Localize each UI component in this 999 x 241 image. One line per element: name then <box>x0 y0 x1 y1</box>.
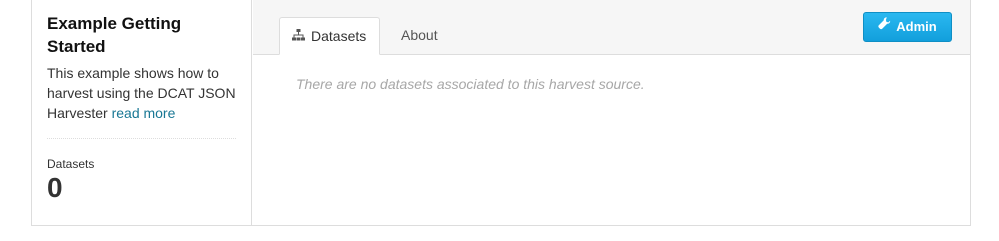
sidebar: Example Getting Started This example sho… <box>32 0 252 225</box>
main-content: Datasets About Admin There are no datase… <box>253 0 970 225</box>
admin-button[interactable]: Admin <box>863 12 952 42</box>
tab-datasets[interactable]: Datasets <box>279 17 380 55</box>
admin-button-label: Admin <box>896 19 937 34</box>
tab-bar: Datasets About Admin <box>253 0 970 55</box>
sitemap-icon <box>292 18 305 54</box>
datasets-stat-label: Datasets <box>47 157 95 171</box>
wrench-icon <box>878 12 891 40</box>
read-more-link[interactable]: read more <box>112 105 176 121</box>
tab-about[interactable]: About <box>389 17 450 54</box>
source-description: This example shows how to harvest using … <box>47 63 236 123</box>
empty-datasets-message: There are no datasets associated to this… <box>296 76 645 92</box>
tab-about-label: About <box>401 27 438 43</box>
harvest-source-panel: Example Getting Started This example sho… <box>31 0 971 226</box>
sidebar-divider <box>47 138 236 139</box>
source-title: Example Getting Started <box>47 14 182 56</box>
datasets-stat-value: 0 <box>47 172 63 203</box>
tab-datasets-label: Datasets <box>311 28 367 44</box>
